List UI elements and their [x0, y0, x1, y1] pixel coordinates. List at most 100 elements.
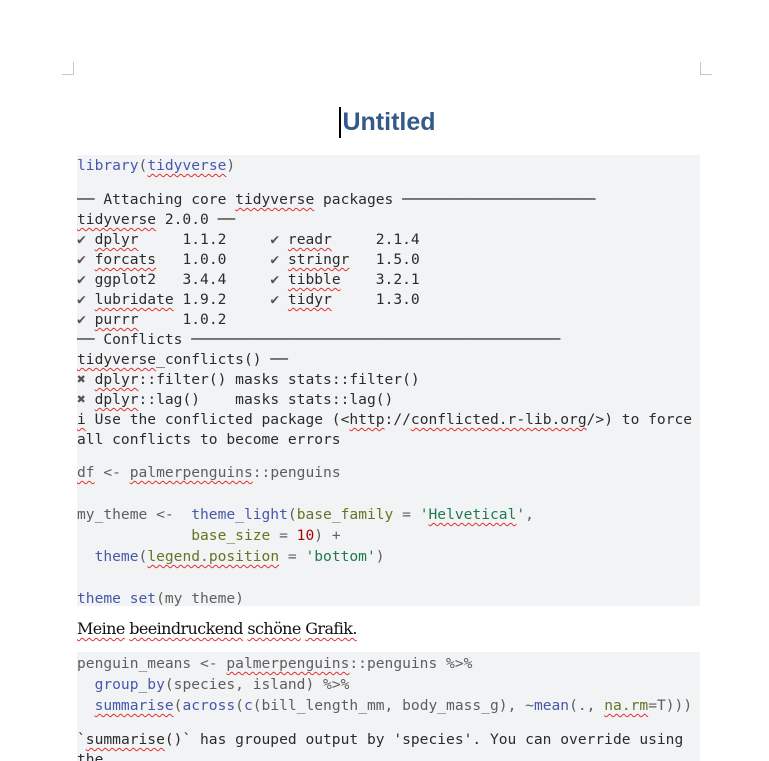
- code-line: theme(legend.position = 'bottom'): [77, 546, 700, 567]
- text-segment: ': [419, 506, 429, 523]
- text-segment: summarise: [85, 731, 165, 748]
- text-segment: [86, 371, 95, 388]
- text-segment: (: [235, 697, 244, 714]
- code-line: ✖ dplyr::filter() masks stats::filter(): [77, 370, 700, 390]
- code-line: i Use the conflicted package (<http://co…: [77, 410, 700, 430]
- text-segment: c: [243, 697, 253, 714]
- text-segment: [86, 311, 95, 328]
- page-corner-mark-right: [700, 62, 712, 75]
- text-segment: 1.9.2: [173, 291, 271, 308]
- text-segment: base_size: [191, 527, 271, 544]
- text-segment: ()` has grouped output by 'species'. You…: [164, 731, 684, 748]
- code-output: ── Attaching core tidyverse packages ───…: [77, 190, 700, 450]
- code-line: base_size = 10) +: [77, 525, 700, 546]
- text-segment: [77, 697, 95, 714]
- text-segment: 1.5.0: [349, 251, 420, 268]
- text-segment: packages ──────────────────────: [314, 191, 596, 208]
- source-code: library(tidyverse): [77, 155, 700, 176]
- text-segment: base_family: [296, 506, 394, 523]
- text-segment: [279, 251, 288, 268]
- text-segment: Helvetical: [428, 506, 517, 523]
- text-segment: ,: [525, 506, 534, 523]
- text-segment: palmerpenguins: [226, 655, 350, 672]
- text-segment: ── Attaching core: [77, 191, 236, 208]
- text-segment: [77, 548, 95, 565]
- text-segment: =: [270, 527, 297, 544]
- code-line: tidyverse_conflicts() ──: [77, 350, 700, 370]
- text-segment: ggplot2 3.4.4: [85, 271, 271, 288]
- check-icon: ✔: [270, 291, 280, 308]
- text-segment: ::lag() masks stats::lag(): [138, 391, 394, 408]
- code-line: my_theme <- theme_light(base_family = 'H…: [77, 504, 700, 525]
- check-icon: ✔: [77, 231, 86, 248]
- code-line: ✔ purrr 1.0.2: [77, 310, 700, 330]
- text-segment: df: [77, 464, 95, 481]
- text-segment: http: [349, 411, 385, 428]
- code-block-setup[interactable]: library(tidyverse) ── Attaching core tidy…: [77, 155, 700, 606]
- text-segment: 2.0.0 ──: [156, 211, 236, 228]
- text-segment: theme_light: [191, 506, 288, 523]
- text-segment: tidyr: [287, 291, 332, 308]
- code-block-penguin-means[interactable]: penguin_means <- palmerpenguins::penguin…: [77, 652, 700, 761]
- text-segment: dplyr: [94, 371, 139, 388]
- code-line: tidyverse 2.0.0 ──: [77, 210, 700, 230]
- code-line: ✔ forcats 1.0.0 ✔ stringr 1.5.0: [77, 250, 700, 270]
- text-segment: 1.0.2: [138, 311, 227, 328]
- text-segment: (.,: [569, 697, 605, 714]
- text-segment: [86, 291, 95, 308]
- code-line: all conflicts to become errors: [77, 430, 700, 450]
- check-icon: ✔: [77, 311, 86, 328]
- check-icon: ✔: [270, 251, 280, 268]
- code-line: ✖ dplyr::lag() masks stats::lag(): [77, 390, 700, 410]
- document-title[interactable]: Untitled: [0, 108, 769, 137]
- body-paragraph[interactable]: Meine beeindruckend schöne Grafik.: [77, 619, 357, 638]
- text-segment: (: [138, 157, 148, 174]
- code-line: ✔ lubridate 1.9.2 ✔ tidyr 1.3.0: [77, 290, 700, 310]
- text-segment: ) +: [314, 527, 341, 544]
- text-segment: summarise: [94, 697, 174, 714]
- text-segment: tidyverse: [77, 351, 157, 368]
- text-segment: conflicted.r-lib.org: [410, 411, 587, 428]
- text-segment: the: [77, 751, 104, 761]
- code-line: library(tidyverse): [77, 155, 700, 176]
- code-line: `summarise()` has grouped output by 'spe…: [77, 730, 700, 750]
- text-segment: [77, 527, 191, 544]
- text-segment: ): [375, 548, 385, 565]
- text-segment: across: [182, 697, 236, 714]
- text-segment: (species, island): [164, 676, 324, 693]
- text-segment: mean: [533, 697, 570, 714]
- text-segment: [86, 251, 95, 268]
- text-segment: (my_theme): [156, 590, 244, 606]
- text-segment: legend.position: [147, 548, 280, 565]
- code-line: ✔ dplyr 1.1.2 ✔ readr 2.1.4: [77, 230, 700, 250]
- text-segment: ::penguins: [252, 464, 341, 481]
- text-segment: _conflicts() ──: [156, 351, 288, 368]
- text-segment: />) to force: [586, 411, 693, 428]
- text-segment: =: [393, 506, 420, 523]
- text-segment: purrr: [94, 311, 139, 328]
- text-segment: [279, 231, 288, 248]
- cross-icon: ✖: [77, 391, 86, 408]
- text-segment: 1.3.0: [331, 291, 420, 308]
- code-line: penguin_means <- palmerpenguins::penguin…: [77, 653, 700, 674]
- text-segment: forcats: [94, 251, 157, 268]
- text-segment: (: [287, 506, 297, 523]
- text-segment: theme: [94, 548, 139, 565]
- text-segment: ): [226, 157, 236, 174]
- text-segment: schöne: [247, 619, 301, 638]
- check-icon: ✔: [77, 251, 86, 268]
- text-segment: stringr: [287, 251, 350, 268]
- text-segment: group_by: [94, 676, 165, 693]
- source-code: df <- palmerpenguins::penguins my_theme <…: [77, 462, 700, 606]
- text-segment: palmerpenguins: [129, 464, 253, 481]
- code-line: theme_set(my_theme): [77, 588, 700, 606]
- code-line: group_by(species, island) %>%: [77, 674, 700, 695]
- text-segment: 2.1.4: [331, 231, 420, 248]
- text-segment: [279, 271, 288, 288]
- text-segment: tidyverse: [235, 191, 315, 208]
- text-segment: na.rm: [604, 697, 649, 714]
- text-segment: beeindruckend: [129, 619, 243, 638]
- text-segment: (bill_length_mm, body_mass_g), ~: [252, 697, 534, 714]
